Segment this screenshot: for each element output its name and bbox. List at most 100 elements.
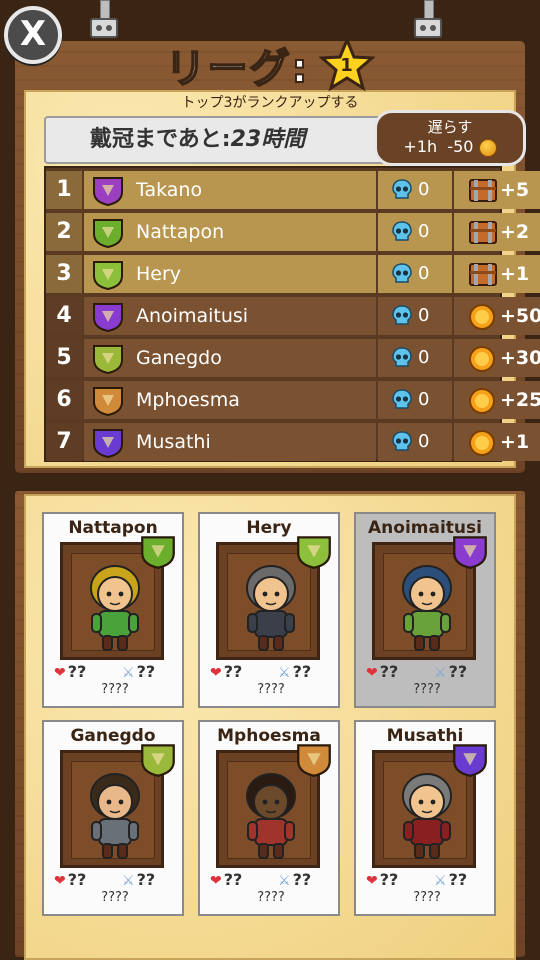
hp-value: ?? <box>67 662 87 681</box>
player-cell: Ganegdo <box>84 339 376 377</box>
class-badge-icon <box>453 536 487 569</box>
unknown-stat: ???? <box>257 890 285 905</box>
rank-number: 4 <box>46 297 82 335</box>
class-badge-icon <box>297 536 331 569</box>
rank-number: 5 <box>46 339 82 377</box>
sword-icon: ⚔ <box>278 665 291 681</box>
skull-count: 0 <box>418 263 430 284</box>
coin-icon <box>469 304 495 330</box>
attack-value: ?? <box>448 870 468 889</box>
chest-icon <box>469 263 497 286</box>
reward-value: +30 <box>500 347 540 369</box>
ranking-row[interactable]: 3 Hery 0 +1 <box>46 254 540 294</box>
unknown-stat: ???? <box>413 682 441 697</box>
skull-cell: 0 <box>378 423 452 461</box>
delay-time: +1h <box>403 137 438 156</box>
skull-icon <box>392 179 412 199</box>
hp-value: ?? <box>379 662 399 681</box>
player-shield-icon <box>93 219 123 249</box>
skull-count: 0 <box>418 305 430 326</box>
class-badge-icon <box>141 744 175 777</box>
sword-icon: ⚔ <box>434 873 447 889</box>
coin-icon <box>469 346 495 372</box>
attack-value: ?? <box>292 870 312 889</box>
player-cell: Takano <box>84 171 376 209</box>
unknown-stat: ???? <box>101 890 129 905</box>
skull-icon <box>392 389 412 409</box>
reward-value: +1 <box>500 263 530 285</box>
heart-icon: ❤ <box>210 665 222 681</box>
delay-label: 遅らす <box>427 118 473 136</box>
skull-cell: 0 <box>378 297 452 335</box>
countdown-label: 戴冠まであと: <box>90 127 231 152</box>
reward-value: +5 <box>500 179 530 201</box>
reward-cell: +5 <box>454 171 540 209</box>
player-card[interactable]: Mphoesma ❤?? ⚔?????? <box>198 720 340 916</box>
skull-icon <box>392 431 412 451</box>
ranking-row[interactable]: 7 Musathi 0 +1 <box>46 422 540 462</box>
player-name: Musathi <box>136 431 211 453</box>
ranking-row[interactable]: 6 Mphoesma 0 +25 <box>46 380 540 420</box>
skull-icon <box>392 305 412 325</box>
hp-value: ?? <box>223 662 243 681</box>
ranking-row[interactable]: 2 Nattapon 0 +2 <box>46 212 540 252</box>
player-cell: Nattapon <box>84 213 376 251</box>
reward-value: +1 <box>500 431 530 453</box>
hp-value: ?? <box>223 870 243 889</box>
hanging-hook-right <box>414 0 442 40</box>
coin-icon <box>469 430 495 456</box>
player-card[interactable]: Anoimaitusi ❤?? ⚔?????? <box>354 512 496 708</box>
player-shield-icon <box>93 429 123 459</box>
reward-value: +50 <box>500 305 540 327</box>
heart-icon: ❤ <box>54 873 66 889</box>
reward-value: +25 <box>500 389 540 411</box>
ranking-table: 1 Takano 0 +5 2 Nattapon 0 +2 3 Hery 0 +1 4 Anoimaitu… <box>44 166 540 462</box>
hp-value: ?? <box>67 870 87 889</box>
ranking-row[interactable]: 5 Ganegdo 0 +30 <box>46 338 540 378</box>
chest-icon <box>469 221 497 244</box>
reward-cell: +2 <box>454 213 540 251</box>
attack-value: ?? <box>136 662 156 681</box>
skull-count: 0 <box>418 431 430 452</box>
reward-cell: +30 <box>454 339 540 377</box>
crown-countdown: 戴冠まであと:23時間 <box>44 116 394 164</box>
hanging-hook-left <box>90 0 118 40</box>
heart-icon: ❤ <box>54 665 66 681</box>
reward-cell: +25 <box>454 381 540 419</box>
skull-cell: 0 <box>378 171 452 209</box>
countdown-value: 23時間 <box>230 127 306 152</box>
rank-number: 7 <box>46 423 82 461</box>
unknown-stat: ???? <box>413 890 441 905</box>
skull-icon <box>392 221 412 241</box>
skull-icon <box>392 347 412 367</box>
player-card[interactable]: Hery ❤?? ⚔?????? <box>198 512 340 708</box>
league-rank-number: 1 <box>340 55 353 76</box>
player-shield-icon <box>93 177 123 207</box>
page-title: リーグ: <box>164 45 310 93</box>
league-rank-badge: 1 <box>318 37 375 93</box>
skull-cell: 0 <box>378 255 452 293</box>
reward-cell: +50 <box>454 297 540 335</box>
coin-icon <box>469 388 495 414</box>
rank-number: 2 <box>46 213 82 251</box>
rank-number: 6 <box>46 381 82 419</box>
attack-value: ?? <box>292 662 312 681</box>
player-shield-icon <box>93 261 123 291</box>
player-shield-icon <box>93 387 123 417</box>
heart-icon: ❤ <box>366 665 378 681</box>
rank-number: 3 <box>46 255 82 293</box>
player-card[interactable]: Nattapon ❤?? ⚔?????? <box>42 512 184 708</box>
skull-icon <box>392 263 412 283</box>
heart-icon: ❤ <box>210 873 222 889</box>
reward-cell: +1 <box>454 423 540 461</box>
league-title: リーグ: 1 <box>0 36 540 94</box>
player-card[interactable]: Musathi ❤?? ⚔?????? <box>354 720 496 916</box>
delay-button[interactable]: 遅らす +1h -50 <box>374 110 526 166</box>
unknown-stat: ???? <box>257 682 285 697</box>
player-card[interactable]: Ganegdo ❤?? ⚔?????? <box>42 720 184 916</box>
ranking-row[interactable]: 4 Anoimaitusi 0 +50 <box>46 296 540 336</box>
class-badge-icon <box>453 744 487 777</box>
ranking-row[interactable]: 1 Takano 0 +5 <box>46 170 540 210</box>
reward-cell: +1 <box>454 255 540 293</box>
skull-cell: 0 <box>378 213 452 251</box>
